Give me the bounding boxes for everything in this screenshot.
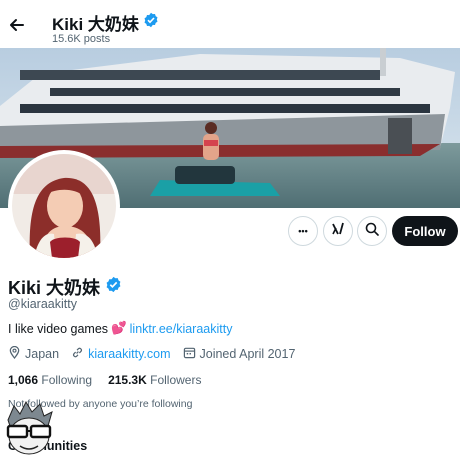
more-icon: •••	[298, 226, 308, 236]
follow-button[interactable]: Follow	[392, 216, 458, 246]
grok-button[interactable]	[323, 216, 353, 246]
join-date: Joined April 2017	[183, 346, 296, 362]
following-link[interactable]: 1,066 Following	[8, 373, 92, 387]
location-text: Japan	[25, 347, 60, 361]
more-button[interactable]: •••	[288, 216, 318, 246]
bio-text: I like video games	[8, 321, 109, 336]
location: Japan	[8, 345, 60, 362]
grok-icon	[331, 222, 345, 241]
search-icon	[365, 222, 379, 241]
post-count: 15.6K posts	[52, 33, 111, 45]
verified-badge-icon[interactable]	[105, 276, 122, 298]
profile-meta: Japan kiaraakitty.com Joined April 2017	[8, 345, 307, 362]
profile-handle: @kiaraakitty	[8, 297, 77, 311]
following-count: 1,066	[8, 373, 39, 387]
calendar-icon	[183, 346, 196, 362]
overlay-cartoon-avatar	[0, 398, 58, 456]
bio-emoji: 💕	[111, 321, 127, 335]
followers-count: 215.3K	[108, 373, 147, 387]
profile-bio: I like video games 💕 linktr.ee/kiaraakit…	[8, 321, 232, 336]
header-name: Kiki 大奶妹	[52, 15, 139, 34]
followers-label: Followers	[150, 373, 202, 387]
follow-counts: 1,066 Following 215.3K Followers	[8, 373, 217, 387]
location-icon	[8, 345, 21, 362]
website-link[interactable]: kiaraakitty.com	[88, 347, 170, 361]
bio-link[interactable]: linktr.ee/kiaraakitty	[130, 322, 233, 336]
search-profile-button[interactable]	[357, 216, 387, 246]
link-icon	[71, 346, 84, 362]
top-bar: Kiki 大奶妹 15.6K posts	[0, 0, 460, 48]
header-title: Kiki 大奶妹	[52, 10, 159, 35]
followers-link[interactable]: 215.3K Followers	[108, 373, 201, 387]
profile-actions: ••• Follow	[0, 216, 460, 250]
verified-badge-icon	[143, 12, 159, 33]
back-arrow-icon[interactable]	[6, 14, 28, 36]
join-date-text: Joined April 2017	[199, 347, 296, 361]
following-label: Following	[41, 373, 93, 387]
website: kiaraakitty.com	[71, 346, 171, 362]
